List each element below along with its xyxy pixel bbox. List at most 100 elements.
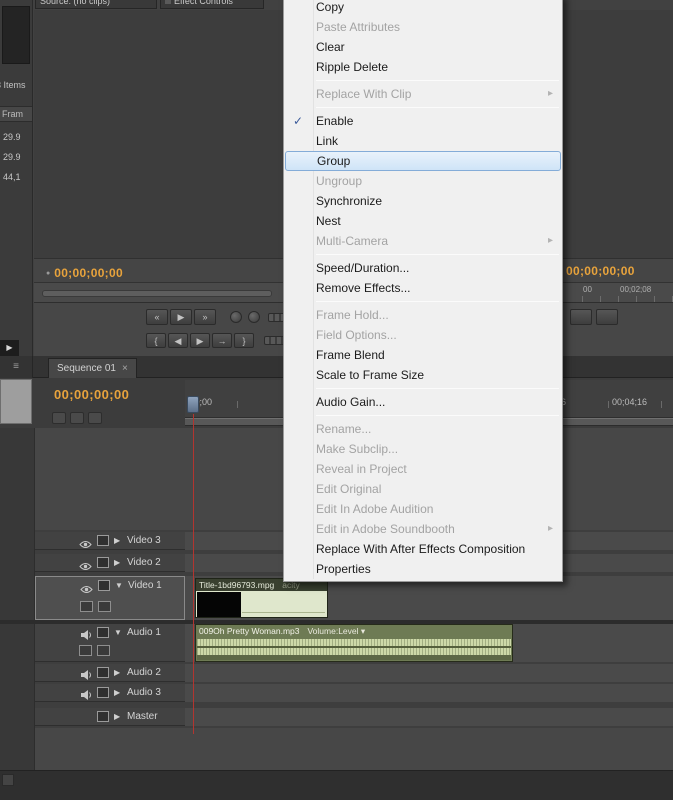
panel-menu-icon[interactable]: ≡ xyxy=(0,356,33,378)
menu-separator xyxy=(316,80,559,81)
step-back-button[interactable]: ◀ xyxy=(168,333,188,348)
menu-item-scale-to-frame-size[interactable]: Scale to Frame Size xyxy=(285,365,561,385)
track-name[interactable]: Video 3 xyxy=(127,535,161,546)
track-name[interactable]: Audio 3 xyxy=(127,687,161,698)
program-transport-button[interactable] xyxy=(570,309,592,325)
menu-item-field-options: Field Options... xyxy=(285,325,561,345)
menu-item-label: Group xyxy=(317,154,350,168)
menu-item-properties[interactable]: Properties xyxy=(285,559,561,579)
menu-item-link[interactable]: Link xyxy=(285,131,561,151)
menu-item-label: Remove Effects... xyxy=(316,281,410,295)
step-forward-button[interactable]: ▶ xyxy=(190,333,210,348)
set-display-style-icon[interactable] xyxy=(97,557,109,568)
program-timecode[interactable]: 00;00;00;00 xyxy=(566,264,635,278)
tab-effect-controls[interactable]: Effect Controls xyxy=(160,0,264,9)
current-time-indicator-line[interactable] xyxy=(193,414,194,734)
program-transport-button[interactable] xyxy=(596,309,618,325)
track-name[interactable]: Master xyxy=(127,711,158,722)
tab-source-monitor[interactable]: Source: (no clips) xyxy=(35,0,157,9)
track-name[interactable]: Video 2 xyxy=(127,557,161,568)
show-keyframes-button[interactable] xyxy=(97,645,110,656)
set-display-style-icon[interactable] xyxy=(97,667,109,678)
empty-track-area[interactable] xyxy=(35,728,673,770)
program-mini-ruler[interactable]: 00 00;02;08 xyxy=(565,283,673,303)
menu-item-replace-with-after-effects-composition[interactable]: Replace With After Effects Composition xyxy=(285,539,561,559)
set-out-button[interactable]: } xyxy=(234,333,254,348)
menu-item-speed-duration[interactable]: Speed/Duration... xyxy=(285,258,561,278)
set-in-button[interactable]: { xyxy=(146,333,166,348)
expand-track-icon[interactable]: ▶ xyxy=(114,688,120,697)
audio1-track-header: ▼ Audio 1 xyxy=(35,624,185,662)
menu-item-frame-blend[interactable]: Frame Blend xyxy=(285,345,561,365)
set-display-style-icon[interactable] xyxy=(97,535,109,546)
source-scrollbar[interactable] xyxy=(42,290,272,297)
set-display-style-icon[interactable] xyxy=(97,627,109,638)
tab-sequence-01[interactable]: Sequence 01 × xyxy=(48,358,137,378)
audio-waveform xyxy=(197,639,511,655)
menu-item-nest[interactable]: Nest xyxy=(285,211,561,231)
track-name[interactable]: Audio 1 xyxy=(127,627,161,638)
opacity-rubber-band[interactable] xyxy=(242,612,325,613)
loop-button[interactable]: → xyxy=(212,333,232,348)
timeline-left-gutter xyxy=(0,428,35,770)
display-style-button[interactable] xyxy=(79,645,92,656)
close-tab-icon[interactable]: × xyxy=(122,363,128,374)
menu-item-ripple-delete[interactable]: Ripple Delete xyxy=(285,57,561,77)
track-name[interactable]: Video 1 xyxy=(128,580,162,591)
set-display-style-icon[interactable] xyxy=(97,711,109,722)
menu-item-clear[interactable]: Clear xyxy=(285,37,561,57)
show-keyframes-button[interactable] xyxy=(98,601,111,612)
menu-item-audio-gain[interactable]: Audio Gain... xyxy=(285,392,561,412)
menu-item-edit-in-adobe-soundbooth: Edit in Adobe Soundbooth▸ xyxy=(285,519,561,539)
menu-item-remove-effects[interactable]: Remove Effects... xyxy=(285,278,561,298)
audio2-track-header: ▶ Audio 2 xyxy=(35,664,185,682)
menu-separator xyxy=(316,107,559,108)
go-to-out-button[interactable]: » xyxy=(194,309,216,325)
menu-separator xyxy=(316,415,559,416)
checkmark-icon: ✓ xyxy=(293,111,303,131)
source-timecode[interactable]: ●00;00;00;00 xyxy=(46,264,123,282)
video-clip-title[interactable]: Title-1bd96793.mpgacity xyxy=(195,578,328,618)
go-to-in-button[interactable]: « xyxy=(146,309,168,325)
toggle-track-output-icon[interactable] xyxy=(79,558,93,568)
audio-clip-song[interactable]: 009Oh Pretty Woman.mp3Volume:Level ▾ xyxy=(195,624,513,662)
play-button[interactable]: ▶ xyxy=(170,309,192,325)
menu-item-label: Ungroup xyxy=(316,174,362,188)
display-style-button[interactable] xyxy=(80,601,93,612)
audio-clip-volume-label[interactable]: Volume:Level xyxy=(307,626,358,636)
set-marker-icon[interactable] xyxy=(88,412,102,424)
dropdown-arrow-icon[interactable]: ▾ xyxy=(361,626,365,636)
playhead-marker[interactable] xyxy=(187,396,199,413)
menu-item-reveal-in-project: Reveal in Project xyxy=(285,459,561,479)
menu-item-copy[interactable]: Copy xyxy=(285,0,561,17)
set-encore-marker-icon[interactable] xyxy=(70,412,84,424)
shuttle-knob[interactable] xyxy=(248,311,260,323)
toggle-track-audio-icon[interactable] xyxy=(80,627,92,638)
track-name[interactable]: Audio 2 xyxy=(127,667,161,678)
expand-track-icon[interactable]: ▶ xyxy=(114,558,120,567)
expand-track-icon[interactable]: ▶ xyxy=(114,712,120,721)
panel-flyout-arrow[interactable]: ▶ xyxy=(0,340,19,356)
menu-item-label: Properties xyxy=(316,562,371,576)
jog-knob[interactable] xyxy=(230,311,242,323)
set-display-style-icon[interactable] xyxy=(98,580,110,591)
toggle-track-audio-icon[interactable] xyxy=(80,667,92,678)
set-display-style-icon[interactable] xyxy=(97,687,109,698)
toggle-track-audio-icon[interactable] xyxy=(80,687,92,698)
project-column-header[interactable]: Fram xyxy=(2,109,23,119)
expand-track-icon[interactable]: ▶ xyxy=(114,668,120,677)
expand-track-icon[interactable]: ▶ xyxy=(114,536,120,545)
menu-item-enable[interactable]: ✓Enable xyxy=(285,111,561,131)
collapse-track-icon[interactable]: ▼ xyxy=(115,581,123,590)
menu-separator xyxy=(316,301,559,302)
collapse-track-icon[interactable]: ▼ xyxy=(114,628,122,637)
timeline-timecode[interactable]: 00;00;00;00 xyxy=(54,387,129,402)
snap-toggle-icon[interactable] xyxy=(52,412,66,424)
toggle-track-output-icon[interactable] xyxy=(79,536,93,546)
menu-item-group[interactable]: Group xyxy=(285,151,561,171)
sequence-tab-label: Sequence 01 xyxy=(57,363,116,374)
scrollbar-corner-box[interactable] xyxy=(2,774,14,786)
menu-item-synchronize[interactable]: Synchronize xyxy=(285,191,561,211)
menu-item-label: Edit Original xyxy=(316,482,381,496)
toggle-track-output-icon[interactable] xyxy=(80,581,94,591)
